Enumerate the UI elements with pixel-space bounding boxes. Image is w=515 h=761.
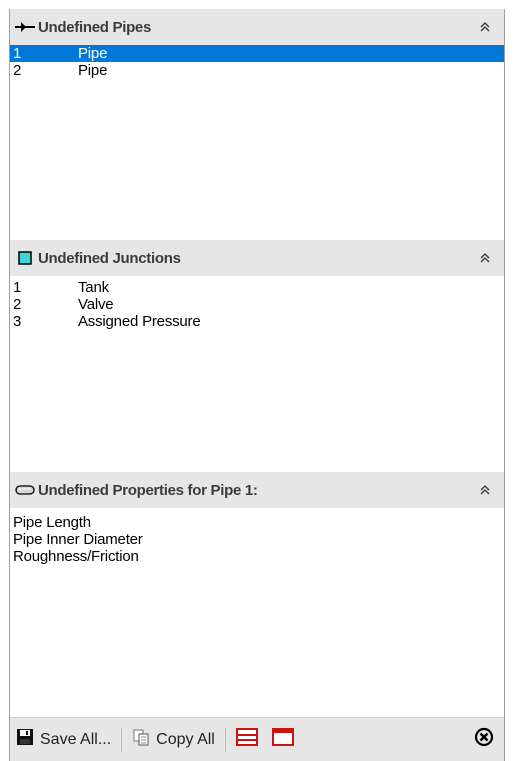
copy-document-icon <box>132 728 150 751</box>
properties-panel-title: Undefined Properties for Pipe 1: <box>38 481 258 499</box>
floppy-disk-icon <box>16 728 34 751</box>
copy-all-button[interactable]: Copy All <box>128 725 219 755</box>
item-type: Pipe <box>78 62 108 79</box>
copy-all-label: Copy All <box>156 730 215 748</box>
item-number: 1 <box>13 279 22 296</box>
double-chevron-up-icon[interactable] <box>474 478 496 502</box>
list-item[interactable]: Pipe Inner Diameter <box>10 531 504 548</box>
item-type: Assigned Pressure <box>78 313 201 330</box>
undefined-objects-window: Undefined Pipes 1 Pipe 2 Pipe Undefined … <box>9 9 505 761</box>
toolbar-separator <box>224 727 226 752</box>
property-capsule-icon <box>12 472 38 508</box>
save-all-button[interactable]: Save All... <box>12 725 115 755</box>
list-item[interactable]: 3 Assigned Pressure <box>10 313 504 330</box>
save-all-label: Save All... <box>40 730 112 748</box>
item-number: 3 <box>13 313 22 330</box>
item-type: Pipe <box>78 45 108 62</box>
pipes-panel-header[interactable]: Undefined Pipes <box>10 9 504 45</box>
window-frame-icon <box>271 728 294 751</box>
list-item[interactable]: Pipe Length <box>10 514 504 531</box>
circle-close-icon <box>474 727 494 752</box>
item-type: Valve <box>78 296 114 313</box>
expand-all-button[interactable] <box>232 725 262 755</box>
toolbar-separator <box>121 727 123 752</box>
junctions-list: 1 Tank 2 Valve 3 Assigned Pressure <box>10 279 504 330</box>
list-item[interactable]: 2 Valve <box>10 296 504 313</box>
list-item[interactable]: Roughness/Friction <box>10 548 504 565</box>
item-number: 2 <box>13 62 22 79</box>
stacked-lines-icon <box>235 728 258 751</box>
list-item[interactable]: 2 Pipe <box>10 62 504 79</box>
junctions-panel-title: Undefined Junctions <box>38 249 181 267</box>
list-item[interactable]: 1 Tank <box>10 279 504 296</box>
list-item[interactable]: 1 Pipe <box>10 45 504 62</box>
pipes-list: 1 Pipe 2 Pipe <box>10 45 504 79</box>
item-number: 1 <box>13 45 22 62</box>
item-type: Tank <box>78 279 109 296</box>
bottom-toolbar: Save All... Copy All <box>10 717 504 761</box>
close-button[interactable] <box>470 725 498 755</box>
properties-list: Pipe Length Pipe Inner Diameter Roughnes… <box>10 514 504 565</box>
collapse-all-button[interactable] <box>268 725 298 755</box>
pipe-arrow-icon <box>12 9 38 45</box>
double-chevron-up-icon[interactable] <box>474 246 496 270</box>
double-chevron-up-icon[interactable] <box>474 15 496 39</box>
item-number: 2 <box>13 296 22 313</box>
pipes-panel-title: Undefined Pipes <box>38 18 152 36</box>
properties-panel-header[interactable]: Undefined Properties for Pipe 1: <box>10 472 504 508</box>
junction-square-icon <box>12 240 38 276</box>
junctions-panel-header[interactable]: Undefined Junctions <box>10 240 504 276</box>
